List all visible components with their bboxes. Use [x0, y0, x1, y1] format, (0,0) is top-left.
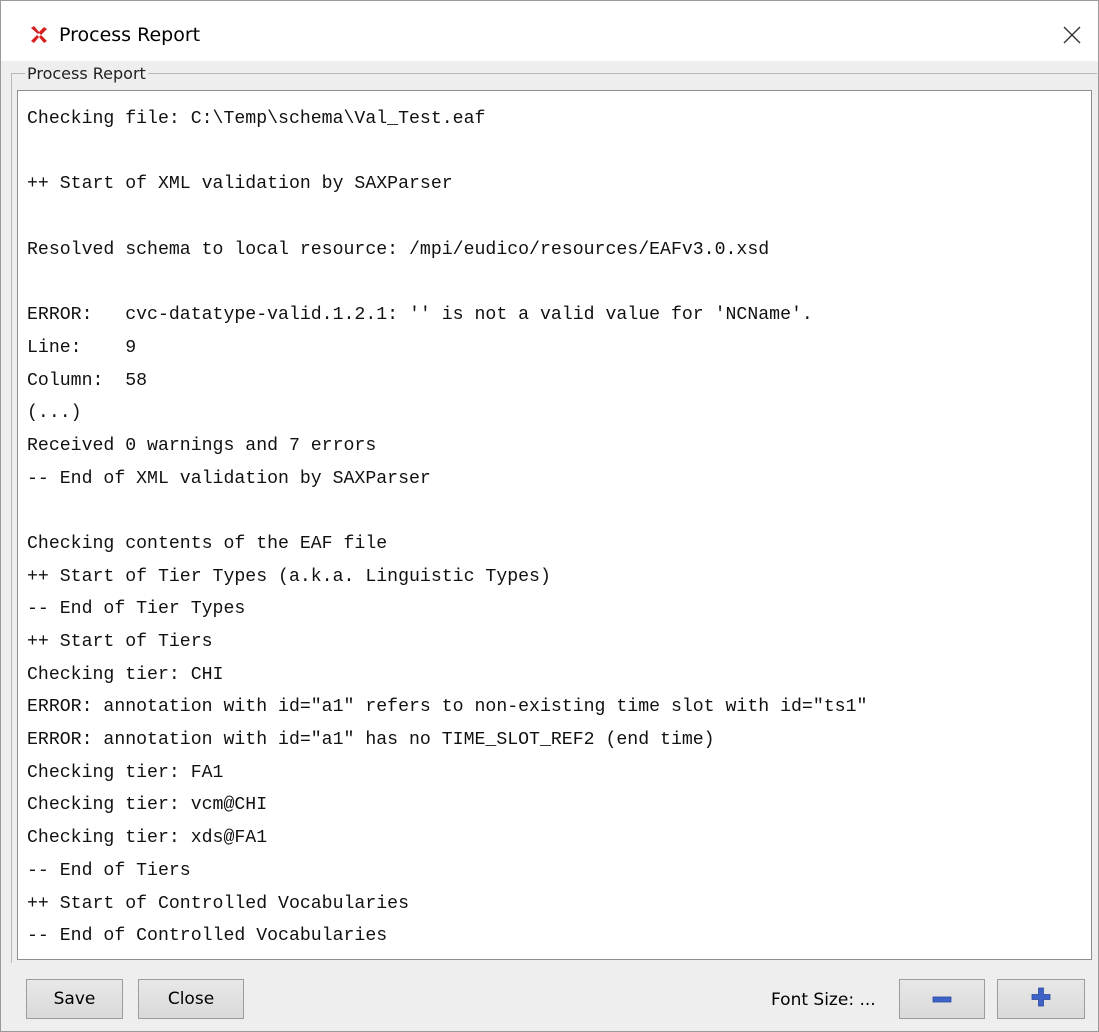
report-line: Checking tier: vcm@CHI: [27, 795, 268, 816]
report-line: ERROR: annotation with id="a1" refers to…: [27, 697, 868, 718]
title-bar: Process Report: [1, 1, 1098, 61]
report-line: ++ Start of Tier Types (a.k.a. Linguisti…: [27, 566, 551, 587]
report-line: Checking tier: xds@FA1: [27, 828, 268, 849]
report-line: -- End of XML validation by SAXParser: [27, 468, 431, 489]
plus-icon: [1031, 987, 1051, 1012]
minus-icon: [932, 989, 952, 1009]
increase-font-button[interactable]: [997, 979, 1085, 1019]
close-button[interactable]: Close: [138, 979, 244, 1019]
button-bar: Save Close Font Size: ...: [1, 963, 1098, 1031]
report-line: Checking file: C:\Temp\schema\Val_Test.e…: [27, 109, 486, 129]
report-line: [27, 136, 1091, 169]
report-text-area[interactable]: Checking file: C:\Temp\schema\Val_Test.e…: [17, 90, 1092, 960]
window-title: Process Report: [59, 24, 201, 46]
report-line: Checking tier: FA1: [27, 762, 224, 783]
report-line: [27, 266, 1091, 299]
decrease-font-button[interactable]: [899, 979, 985, 1019]
app-icon: [28, 24, 50, 46]
report-line: [27, 495, 1091, 528]
report-line: Received 0 warnings and 7 errors: [27, 435, 377, 456]
report-line: ++ Start of Tiers: [27, 632, 213, 652]
report-line: Column: 58: [27, 370, 148, 391]
close-button-label: Close: [167, 989, 215, 1009]
report-line: ERROR: annotation with id="a1" has no TI…: [27, 730, 715, 751]
report-line: Checking contents of the EAF file: [27, 533, 388, 554]
process-report-window: Process Report Process Report Checking f…: [0, 0, 1099, 1032]
report-line: ++ Start of XML validation by SAXParser: [27, 174, 453, 195]
report-line: Resolved schema to local resource: /mpi/…: [27, 239, 770, 260]
save-button-label: Save: [53, 989, 96, 1009]
report-line: (...): [27, 403, 82, 424]
report-line: Line: 9: [27, 337, 137, 358]
report-line: -- End of Tier Types: [27, 599, 246, 620]
report-line: [27, 201, 1091, 234]
report-line: Checking tier: CHI: [27, 664, 224, 685]
save-button[interactable]: Save: [26, 979, 123, 1019]
close-icon[interactable]: [1062, 25, 1082, 45]
report-line: -- End of Tiers: [27, 860, 191, 881]
report-text: Checking file: C:\Temp\schema\Val_Test.e…: [18, 91, 1091, 953]
group-label: Process Report: [25, 64, 148, 84]
font-size-label: Font Size: ...: [771, 990, 876, 1010]
report-line: -- End of Controlled Vocabularies: [27, 926, 388, 947]
report-line: ++ Start of Controlled Vocabularies: [27, 893, 409, 914]
report-line: ERROR: cvc-datatype-valid.1.2.1: '' is n…: [27, 305, 813, 326]
